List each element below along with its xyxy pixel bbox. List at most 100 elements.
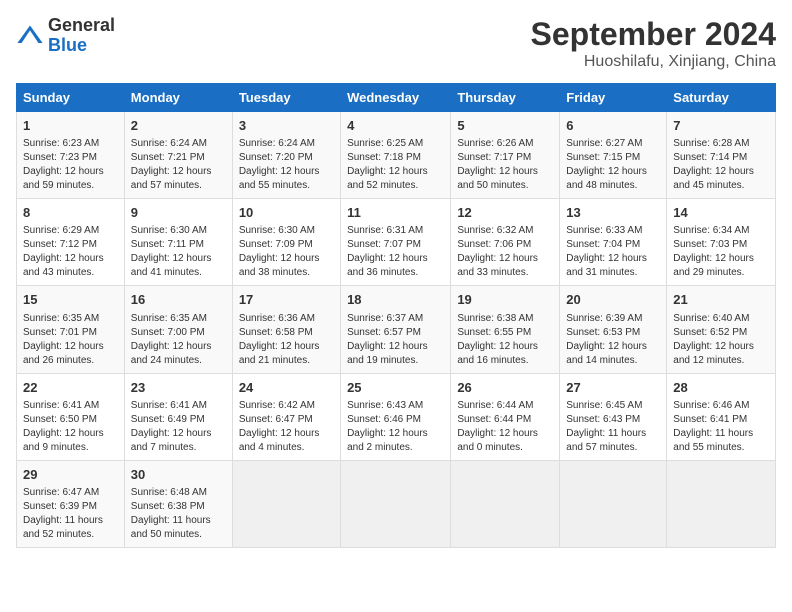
calendar-cell: 21 Sunrise: 6:40 AM Sunset: 6:52 PM Dayli…: [667, 286, 776, 373]
location-text: Huoshilafu, Xinjiang, China: [531, 53, 776, 71]
calendar-cell: 29Sunrise: 6:47 AM Sunset: 6:39 PM Dayli…: [17, 460, 125, 547]
day-info: Sunrise: 6:45 AM Sunset: 6:43 PM Dayligh…: [566, 399, 660, 455]
calendar-table: SundayMondayTuesdayWednesdayThursdayFrid…: [16, 83, 776, 548]
calendar-cell: [341, 460, 451, 547]
logo-blue-text: Blue: [48, 35, 87, 55]
day-number: 10: [239, 204, 334, 222]
day-info: Sunrise: 6:36 AM Sunset: 6:58 PM Dayligh…: [239, 312, 334, 368]
day-number: 23: [131, 379, 226, 397]
day-number: 3: [239, 117, 334, 135]
day-info: Sunrise: 6:46 AM Sunset: 6:41 PM Dayligh…: [673, 399, 769, 455]
day-info: Sunrise: 6:42 AM Sunset: 6:47 PM Dayligh…: [239, 399, 334, 455]
day-number: 11: [347, 204, 444, 222]
day-info: Sunrise: 6:24 AM Sunset: 7:21 PM Dayligh…: [131, 137, 226, 193]
calendar-cell: 14 Sunrise: 6:34 AM Sunset: 7:03 PM Dayli…: [667, 199, 776, 286]
day-number: 16: [131, 291, 226, 309]
day-number: 21: [673, 291, 769, 309]
logo: General Blue: [16, 16, 115, 56]
calendar-cell: 11 Sunrise: 6:31 AM Sunset: 7:07 PM Dayli…: [341, 199, 451, 286]
day-info: Sunrise: 6:41 AM Sunset: 6:49 PM Dayligh…: [131, 399, 226, 455]
day-info: Sunrise: 6:32 AM Sunset: 7:06 PM Dayligh…: [457, 224, 553, 280]
day-info: Sunrise: 6:39 AM Sunset: 6:53 PM Dayligh…: [566, 312, 660, 368]
header-day-friday: Friday: [560, 84, 667, 112]
calendar-week-row: 1Sunrise: 6:23 AM Sunset: 7:23 PM Daylig…: [17, 112, 776, 199]
day-info: Sunrise: 6:40 AM Sunset: 6:52 PM Dayligh…: [673, 312, 769, 368]
calendar-cell: 19 Sunrise: 6:38 AM Sunset: 6:55 PM Dayli…: [451, 286, 560, 373]
calendar-cell: [560, 460, 667, 547]
day-info: Sunrise: 6:23 AM Sunset: 7:23 PM Dayligh…: [23, 137, 118, 193]
calendar-cell: 20 Sunrise: 6:39 AM Sunset: 6:53 PM Dayli…: [560, 286, 667, 373]
day-info: Sunrise: 6:31 AM Sunset: 7:07 PM Dayligh…: [347, 224, 444, 280]
day-number: 6: [566, 117, 660, 135]
day-number: 26: [457, 379, 553, 397]
day-info: Sunrise: 6:48 AM Sunset: 6:38 PM Dayligh…: [131, 486, 226, 542]
day-info: Sunrise: 6:28 AM Sunset: 7:14 PM Dayligh…: [673, 137, 769, 193]
day-info: Sunrise: 6:30 AM Sunset: 7:11 PM Dayligh…: [131, 224, 226, 280]
calendar-cell: 1Sunrise: 6:23 AM Sunset: 7:23 PM Daylig…: [17, 112, 125, 199]
day-number: 28: [673, 379, 769, 397]
calendar-header-row: SundayMondayTuesdayWednesdayThursdayFrid…: [17, 84, 776, 112]
calendar-cell: 10 Sunrise: 6:30 AM Sunset: 7:09 PM Dayli…: [232, 199, 340, 286]
logo-icon: [16, 22, 44, 50]
day-number: 30: [131, 466, 226, 484]
day-info: Sunrise: 6:43 AM Sunset: 6:46 PM Dayligh…: [347, 399, 444, 455]
header-day-monday: Monday: [124, 84, 232, 112]
calendar-cell: 30 Sunrise: 6:48 AM Sunset: 6:38 PM Dayli…: [124, 460, 232, 547]
calendar-cell: 13Sunrise: 6:33 AM Sunset: 7:04 PM Dayli…: [560, 199, 667, 286]
calendar-cell: 22 Sunrise: 6:41 AM Sunset: 6:50 PM Dayli…: [17, 373, 125, 460]
day-number: 19: [457, 291, 553, 309]
calendar-week-row: 29Sunrise: 6:47 AM Sunset: 6:39 PM Dayli…: [17, 460, 776, 547]
calendar-cell: 15 Sunrise: 6:35 AM Sunset: 7:01 PM Dayli…: [17, 286, 125, 373]
calendar-cell: 24 Sunrise: 6:42 AM Sunset: 6:47 PM Dayli…: [232, 373, 340, 460]
day-info: Sunrise: 6:29 AM Sunset: 7:12 PM Dayligh…: [23, 224, 118, 280]
day-number: 14: [673, 204, 769, 222]
calendar-cell: 27 Sunrise: 6:45 AM Sunset: 6:43 PM Dayli…: [560, 373, 667, 460]
calendar-cell: 23 Sunrise: 6:41 AM Sunset: 6:49 PM Dayli…: [124, 373, 232, 460]
day-info: Sunrise: 6:24 AM Sunset: 7:20 PM Dayligh…: [239, 137, 334, 193]
day-number: 18: [347, 291, 444, 309]
day-number: 4: [347, 117, 444, 135]
calendar-cell: 2Sunrise: 6:24 AM Sunset: 7:21 PM Daylig…: [124, 112, 232, 199]
day-info: Sunrise: 6:25 AM Sunset: 7:18 PM Dayligh…: [347, 137, 444, 193]
logo-general-text: General: [48, 15, 115, 35]
header-day-sunday: Sunday: [17, 84, 125, 112]
day-number: 15: [23, 291, 118, 309]
day-info: Sunrise: 6:38 AM Sunset: 6:55 PM Dayligh…: [457, 312, 553, 368]
day-number: 8: [23, 204, 118, 222]
day-number: 22: [23, 379, 118, 397]
calendar-week-row: 8 Sunrise: 6:29 AM Sunset: 7:12 PM Daylig…: [17, 199, 776, 286]
month-title: September 2024: [531, 16, 776, 53]
calendar-cell: 8 Sunrise: 6:29 AM Sunset: 7:12 PM Daylig…: [17, 199, 125, 286]
calendar-cell: 25Sunrise: 6:43 AM Sunset: 6:46 PM Dayli…: [341, 373, 451, 460]
calendar-cell: 4 Sunrise: 6:25 AM Sunset: 7:18 PM Daylig…: [341, 112, 451, 199]
day-number: 27: [566, 379, 660, 397]
calendar-cell: [232, 460, 340, 547]
calendar-week-row: 15 Sunrise: 6:35 AM Sunset: 7:01 PM Dayli…: [17, 286, 776, 373]
calendar-cell: 16Sunrise: 6:35 AM Sunset: 7:00 PM Dayli…: [124, 286, 232, 373]
day-info: Sunrise: 6:26 AM Sunset: 7:17 PM Dayligh…: [457, 137, 553, 193]
day-info: Sunrise: 6:35 AM Sunset: 7:01 PM Dayligh…: [23, 312, 118, 368]
day-number: 12: [457, 204, 553, 222]
day-info: Sunrise: 6:30 AM Sunset: 7:09 PM Dayligh…: [239, 224, 334, 280]
day-info: Sunrise: 6:41 AM Sunset: 6:50 PM Dayligh…: [23, 399, 118, 455]
header-day-wednesday: Wednesday: [341, 84, 451, 112]
day-info: Sunrise: 6:33 AM Sunset: 7:04 PM Dayligh…: [566, 224, 660, 280]
day-info: Sunrise: 6:34 AM Sunset: 7:03 PM Dayligh…: [673, 224, 769, 280]
header-day-saturday: Saturday: [667, 84, 776, 112]
day-number: 20: [566, 291, 660, 309]
day-number: 5: [457, 117, 553, 135]
calendar-cell: 9Sunrise: 6:30 AM Sunset: 7:11 PM Daylig…: [124, 199, 232, 286]
day-number: 24: [239, 379, 334, 397]
calendar-week-row: 22 Sunrise: 6:41 AM Sunset: 6:50 PM Dayli…: [17, 373, 776, 460]
calendar-cell: 7Sunrise: 6:28 AM Sunset: 7:14 PM Daylig…: [667, 112, 776, 199]
page-header: General Blue September 2024 Huoshilafu, …: [16, 16, 776, 71]
calendar-cell: 26Sunrise: 6:44 AM Sunset: 6:44 PM Dayli…: [451, 373, 560, 460]
calendar-cell: 5 Sunrise: 6:26 AM Sunset: 7:17 PM Daylig…: [451, 112, 560, 199]
day-info: Sunrise: 6:27 AM Sunset: 7:15 PM Dayligh…: [566, 137, 660, 193]
calendar-cell: [667, 460, 776, 547]
calendar-cell: [451, 460, 560, 547]
calendar-cell: 12 Sunrise: 6:32 AM Sunset: 7:06 PM Dayli…: [451, 199, 560, 286]
title-block: September 2024 Huoshilafu, Xinjiang, Chi…: [531, 16, 776, 71]
day-info: Sunrise: 6:47 AM Sunset: 6:39 PM Dayligh…: [23, 486, 118, 542]
header-day-thursday: Thursday: [451, 84, 560, 112]
